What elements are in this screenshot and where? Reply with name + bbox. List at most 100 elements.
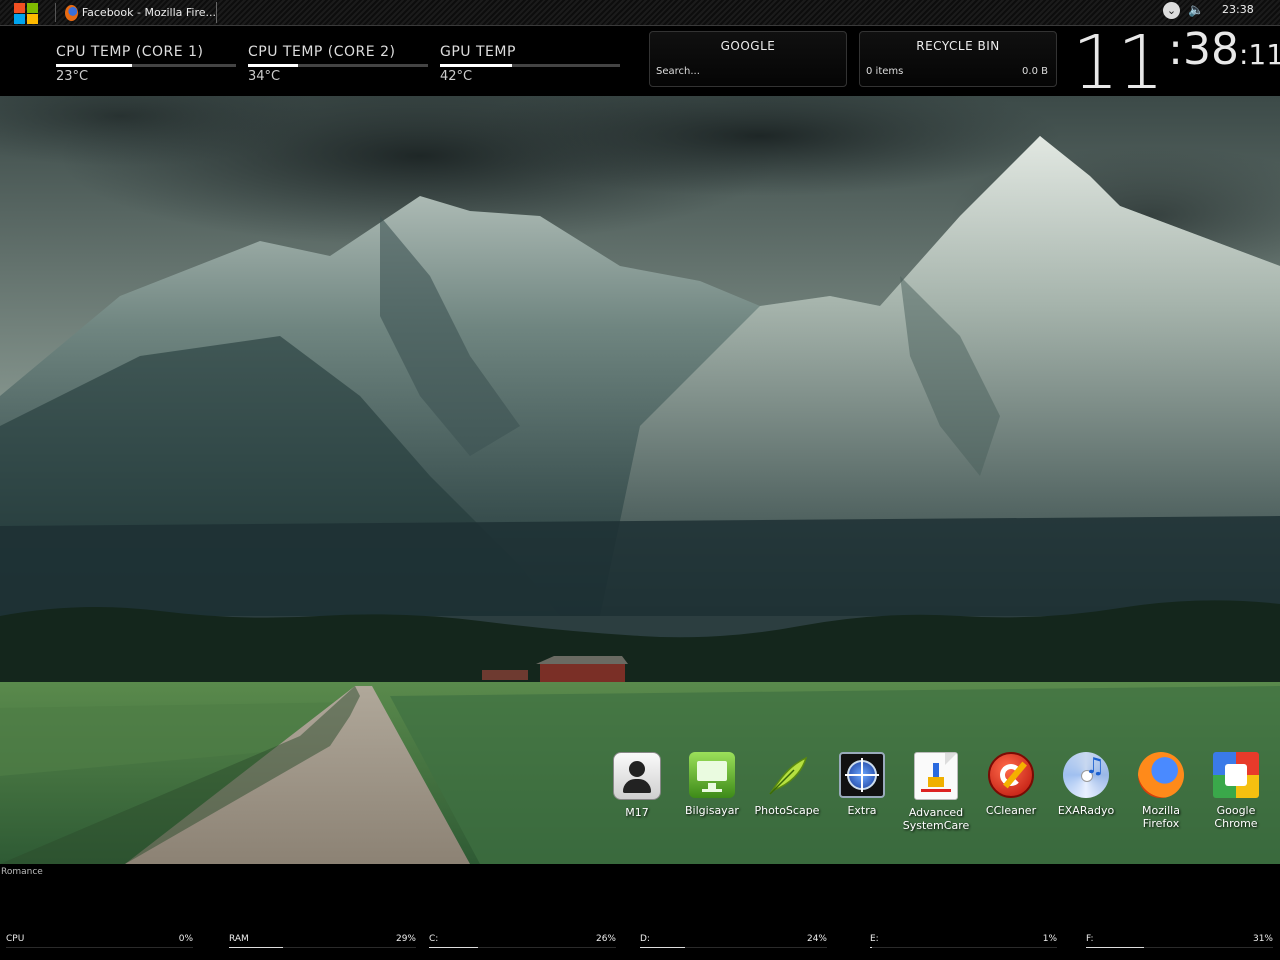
- meter-value: 1%: [1042, 934, 1057, 944]
- desktop-icon-label: Google Chrome: [1214, 804, 1258, 830]
- desktop-icon-label: CCleaner: [985, 804, 1037, 817]
- recycle-bin-title: RECYCLE BIN: [916, 39, 1000, 53]
- meter-bar: [229, 947, 416, 948]
- meter-cpu: CPU 0%: [6, 934, 193, 950]
- meter-label: E:: [870, 934, 879, 944]
- meter-drive-e: E: 1%: [870, 934, 1057, 950]
- top-widget-bar: CPU TEMP (CORE 1) 23°C CPU TEMP (CORE 2)…: [0, 20, 1280, 106]
- meter-bar: [429, 947, 616, 948]
- desktop-icon-label: Bilgisayar: [685, 804, 739, 817]
- start-button[interactable]: [14, 3, 39, 25]
- document-brush-icon: [914, 752, 958, 800]
- desktop-icon-label: Extra: [847, 804, 877, 817]
- meter-bar: [870, 947, 1057, 948]
- meter-value: 24%: [806, 934, 827, 944]
- meter-drive-c: C: 26%: [429, 934, 616, 950]
- windows-flag-icon: [14, 3, 25, 13]
- feather-icon: [764, 752, 810, 798]
- meter-label: RAM: [229, 934, 249, 944]
- desktop-clock: 11:38:11: [1072, 20, 1280, 106]
- sensor-gpu: GPU TEMP 42°C: [440, 43, 620, 84]
- meter-ram: RAM 29%: [229, 934, 416, 950]
- target-window-icon: [839, 752, 885, 798]
- taskbar-item-firefox[interactable]: Facebook - Mozilla Fire...: [61, 2, 217, 23]
- desktop-wallpaper[interactable]: [0, 96, 1280, 864]
- sensor-value: 42°C: [440, 69, 473, 84]
- meter-value: 26%: [595, 934, 616, 944]
- sensor-bar-fill: [440, 64, 512, 67]
- meter-value: 29%: [395, 934, 416, 944]
- sensor-bar-fill: [248, 64, 299, 67]
- meter-bar: [1086, 947, 1273, 948]
- windows-flag-green: [27, 3, 38, 13]
- google-search-input[interactable]: Search...: [656, 66, 700, 77]
- sensor-label: CPU TEMP (CORE 1): [56, 44, 204, 60]
- meter-bar-fill: [429, 947, 478, 948]
- mountain-landscape-image: [0, 96, 1280, 864]
- monitor-icon: [689, 752, 735, 798]
- meter-value: 31%: [1252, 934, 1273, 944]
- desktop-icon-label: EXARadyo: [1057, 804, 1115, 817]
- meter-bar-fill: [229, 947, 284, 948]
- desktop-icon-google-chrome[interactable]: Google Chrome: [1200, 752, 1272, 830]
- meter-bar-fill: [640, 947, 685, 948]
- sensor-value: 23°C: [56, 69, 89, 84]
- meter-bar: [6, 947, 193, 948]
- volume-icon[interactable]: 🔈: [1188, 3, 1208, 19]
- meter-bar-fill: [870, 947, 872, 948]
- meter-label: D:: [640, 934, 650, 944]
- clock-hours: 11: [1072, 20, 1164, 106]
- meter-label: F:: [1086, 934, 1094, 944]
- desktop-icon-label: PhotoScape: [754, 804, 820, 817]
- now-playing-track[interactable]: Romance: [1, 867, 43, 877]
- google-search-widget: GOOGLE Search...: [649, 31, 847, 87]
- google-chrome-icon: [1213, 752, 1259, 798]
- sensor-value: 34°C: [248, 69, 281, 84]
- meter-drive-f: F: 31%: [1086, 934, 1273, 950]
- sensor-cpu-core1: CPU TEMP (CORE 1) 23°C: [56, 43, 236, 84]
- taskbar-separator: [55, 3, 56, 22]
- desktop-icon-bilgisayar[interactable]: Bilgisayar: [676, 752, 748, 817]
- meter-label: CPU: [6, 934, 25, 944]
- sensor-label: GPU TEMP: [440, 44, 516, 60]
- desktop-icon-photoscape[interactable]: PhotoScape: [751, 752, 823, 817]
- desktop-icon-extra[interactable]: Extra: [826, 752, 898, 817]
- clock-seconds: :11: [1238, 38, 1280, 71]
- sensor-label: CPU TEMP (CORE 2): [248, 44, 396, 60]
- meter-label: C:: [429, 934, 439, 944]
- google-widget-title: GOOGLE: [720, 39, 776, 53]
- recycle-bin-items: 0 items: [866, 66, 904, 77]
- firefox-icon: [65, 4, 78, 21]
- sensor-cpu-core2: CPU TEMP (CORE 2) 34°C: [248, 43, 428, 84]
- firefox-icon: [1138, 752, 1184, 798]
- sensor-bar-fill: [56, 64, 132, 67]
- sensor-bar: [248, 64, 428, 67]
- desktop-icon-label: M17: [625, 806, 649, 819]
- meter-bar-fill: [1086, 947, 1144, 948]
- desktop-icon-label: Mozilla Firefox: [1142, 804, 1180, 830]
- desktop-icon-label: Advanced SystemCare: [902, 806, 970, 832]
- windows-flag-blue: [14, 14, 25, 24]
- recycle-bin-widget[interactable]: RECYCLE BIN 0 items 0.0 B: [859, 31, 1057, 87]
- desktop-icon-ccleaner[interactable]: CCleaner: [975, 752, 1047, 817]
- barn: [540, 664, 625, 682]
- meter-bar: [640, 947, 827, 948]
- desktop-icon-mozilla-firefox[interactable]: Mozilla Firefox: [1125, 752, 1197, 830]
- desktop-icon-m17[interactable]: M17: [601, 752, 673, 819]
- meter-drive-d: D: 24%: [640, 934, 827, 950]
- desktop-icon-advanced-systemcare[interactable]: Advanced SystemCare: [900, 752, 972, 832]
- sensor-bar: [440, 64, 620, 67]
- ccleaner-icon: [988, 752, 1034, 798]
- bottom-widget-bar: Romance CPU 0% RAM 29% C: 26% D: 24% E: …: [0, 864, 1280, 960]
- taskbar-item-label: Facebook - Mozilla Fire...: [81, 6, 216, 19]
- music-cd-icon: ♫: [1063, 752, 1109, 798]
- sensor-bar: [56, 64, 236, 67]
- meter-value: 0%: [178, 934, 193, 944]
- chevron-down-icon[interactable]: ⌄: [1163, 2, 1180, 19]
- clock-minutes: :38: [1168, 24, 1239, 75]
- windows-flag-yellow: [27, 14, 38, 24]
- desktop-icon-exaradyo[interactable]: ♫ EXARadyo: [1050, 752, 1122, 817]
- tray-clock[interactable]: 23:38: [1222, 3, 1254, 16]
- user-contact-icon: [613, 752, 661, 800]
- recycle-bin-size: 0.0 B: [1022, 66, 1048, 77]
